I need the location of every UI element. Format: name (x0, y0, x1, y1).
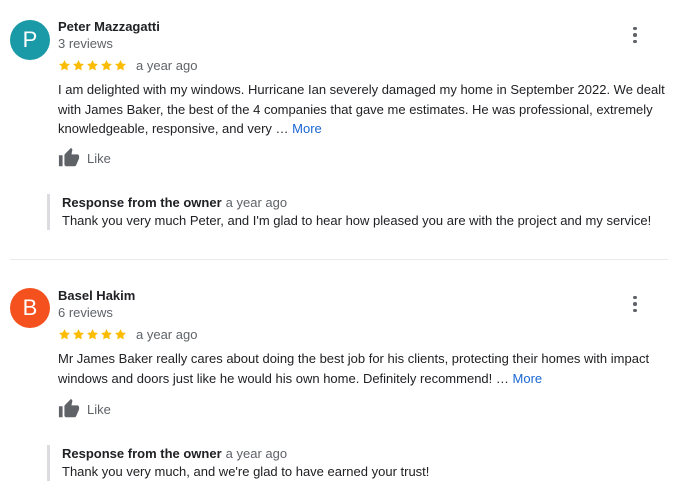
review-card: P Peter Mazzagatti 3 reviews a year ago … (0, 0, 678, 259)
rating-row: a year ago (58, 58, 197, 73)
more-link[interactable]: More (292, 121, 322, 136)
rating-row: a year ago (58, 327, 197, 342)
review-time: a year ago (136, 327, 198, 342)
like-label: Like (87, 150, 111, 166)
star-rating (58, 59, 127, 72)
owner-response: Response from the owner a year ago Thank … (47, 194, 678, 230)
avatar[interactable]: B (10, 288, 50, 328)
star-icon (73, 329, 84, 340)
response-title: Response from the owner (62, 446, 222, 461)
review-text: I am delighted with my windows. Hurrican… (58, 80, 668, 139)
reviewer-name[interactable]: Basel Hakim (58, 288, 135, 303)
review-text: Mr James Baker really cares about doing … (58, 349, 668, 388)
review-count: 6 reviews (58, 305, 113, 320)
response-title: Response from the owner (62, 195, 222, 210)
thumb-up-icon (58, 147, 80, 167)
more-vert-icon[interactable] (624, 24, 646, 46)
more-link[interactable]: More (513, 371, 543, 386)
star-icon (101, 60, 112, 71)
review-card: B Basel Hakim 6 reviews a year ago Mr Ja… (0, 260, 678, 497)
star-icon (101, 329, 112, 340)
star-icon (87, 60, 98, 71)
response-text: Thank you very much, and we're glad to h… (62, 464, 430, 479)
star-icon (59, 329, 70, 340)
star-icon (115, 329, 126, 340)
reviewer-name[interactable]: Peter Mazzagatti (58, 19, 160, 34)
star-icon (73, 60, 84, 71)
avatar[interactable]: P (10, 20, 50, 60)
like-button[interactable]: Like (58, 398, 111, 420)
star-icon (115, 60, 126, 71)
like-button[interactable]: Like (58, 147, 111, 169)
star-rating (58, 328, 127, 341)
owner-response: Response from the owner a year ago Thank … (47, 445, 678, 481)
response-time: a year ago (225, 446, 288, 461)
review-time: a year ago (136, 58, 198, 73)
review-count: 3 reviews (58, 36, 113, 51)
response-text: Thank you very much Peter, and I'm glad … (62, 213, 652, 228)
star-icon (87, 329, 98, 340)
more-vert-icon[interactable] (624, 293, 646, 315)
thumb-up-icon (58, 398, 80, 418)
like-label: Like (87, 401, 111, 417)
review-body: I am delighted with my windows. Hurrican… (58, 82, 665, 136)
response-time: a year ago (225, 195, 288, 210)
star-icon (59, 60, 70, 71)
review-body: Mr James Baker really cares about doing … (58, 351, 650, 386)
